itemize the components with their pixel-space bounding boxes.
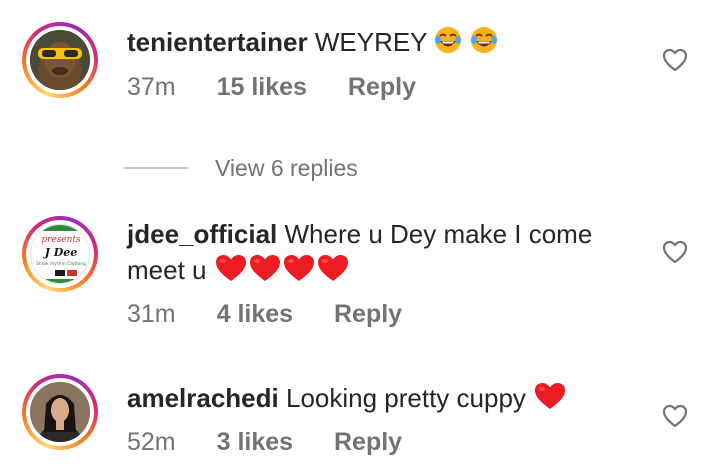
comment-meta: 52m 3 likes Reply bbox=[127, 426, 402, 458]
comment-time: 31m bbox=[127, 300, 176, 328]
comment-time: 52m bbox=[127, 428, 176, 456]
comment-item: amelrachedi Looking pretty cuppy 52m 3 l… bbox=[0, 364, 718, 472]
comment-likes[interactable]: 3 likes bbox=[217, 426, 293, 458]
red-heart-icon bbox=[533, 381, 567, 419]
comment-username[interactable]: amelrachedi bbox=[127, 383, 279, 413]
comment-text: Looking pretty cuppy bbox=[285, 383, 526, 413]
svg-text:presents: presents bbox=[41, 235, 81, 245]
comment-likes[interactable]: 15 likes bbox=[217, 71, 307, 103]
avatar[interactable] bbox=[22, 22, 98, 98]
red-heart-icon bbox=[248, 253, 282, 291]
comment-item: presents J Dee Show rhythm Clothing jdee… bbox=[0, 200, 718, 350]
view-replies-button[interactable]: View 6 replies bbox=[124, 152, 358, 184]
avatar-image: presents J Dee Show rhythm Clothing bbox=[31, 225, 89, 283]
view-replies-divider bbox=[124, 167, 188, 169]
heart-outline-icon[interactable] bbox=[662, 48, 690, 74]
red-heart-icon bbox=[316, 253, 350, 291]
heart-outline-icon[interactable] bbox=[662, 404, 690, 430]
svg-text:J Dee: J Dee bbox=[43, 246, 78, 259]
comment-text: Where u Dey make I come bbox=[284, 219, 593, 249]
comment-text-continued: meet u bbox=[127, 255, 207, 285]
comment-text: WEYREY bbox=[314, 27, 428, 57]
heart-outline-icon[interactable] bbox=[662, 240, 690, 266]
avatar-image bbox=[30, 382, 90, 442]
reply-button[interactable]: Reply bbox=[334, 426, 402, 458]
reply-button[interactable]: Reply bbox=[348, 71, 416, 103]
comment-time: 37m bbox=[127, 73, 176, 101]
avatar-image bbox=[30, 30, 90, 90]
comment-meta: 31m 4 likes Reply bbox=[127, 298, 402, 330]
svg-text:Show rhythm Clothing: Show rhythm Clothing bbox=[36, 261, 86, 267]
red-heart-icon bbox=[214, 253, 248, 291]
reply-button[interactable]: Reply bbox=[334, 298, 402, 330]
red-heart-icon bbox=[282, 253, 316, 291]
comment-likes[interactable]: 4 likes bbox=[217, 298, 293, 330]
comment-meta: 37m 15 likes Reply bbox=[127, 71, 416, 103]
laughing-emoji-icon bbox=[470, 26, 498, 62]
view-replies-label: View 6 replies bbox=[215, 154, 358, 181]
comment-item: tenientertainer WEYREY 37m 15 likes Repl… bbox=[0, 0, 718, 140]
comment-username[interactable]: jdee_official bbox=[127, 219, 277, 249]
comment-username[interactable]: tenientertainer bbox=[127, 27, 308, 57]
laughing-emoji-icon bbox=[434, 26, 462, 62]
avatar[interactable]: presents J Dee Show rhythm Clothing bbox=[22, 216, 98, 292]
avatar[interactable] bbox=[22, 374, 98, 450]
